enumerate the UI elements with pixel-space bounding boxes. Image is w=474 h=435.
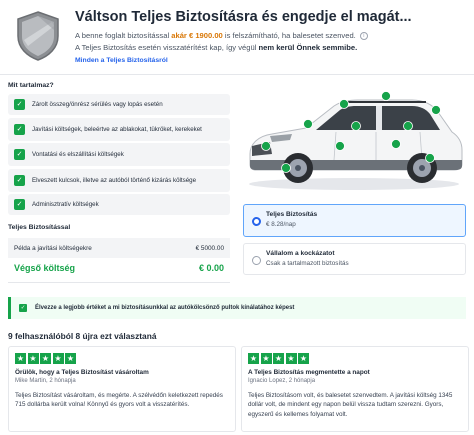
check-icon: ✓ <box>14 149 25 160</box>
star-rating: ★ ★ ★ ★ ★ <box>248 353 462 364</box>
review-author: Ignacio Lopez, 2 hónapja <box>248 378 316 384</box>
banner-text: Élvezze a legjobb értéket a mi biztosítá… <box>35 305 295 311</box>
review-card: ★ ★ ★ ★ ★ A Teljes Biztosítás megmentett… <box>241 346 469 432</box>
header-refund-note: A Teljes Biztosítás esetén visszatérítés… <box>75 43 358 52</box>
option-title: Vállalom a kockázatot <box>266 250 335 257</box>
option-full-coverage[interactable]: Teljes Biztosítás € 8.28/nap <box>243 204 466 237</box>
review-body: Teljes Biztosításom volt, és balesetet s… <box>248 392 453 418</box>
star-icon: ★ <box>27 353 39 364</box>
coverage-item: ✓ Zárolt összeg/önrész sérülés vagy lopá… <box>8 94 230 115</box>
header: Váltson Teljes Biztosításra és engedje e… <box>0 0 474 74</box>
reviews-heading: 9 felhasználóból 8 újra ezt választaná <box>8 331 157 341</box>
review-title: Örülök, hogy a Teljes Biztosítást vásáro… <box>15 369 149 376</box>
insurance-label: Teljes Biztosítással <box>8 224 71 231</box>
coverage-item-label: Elveszett kulcsok, illetve az autóból tö… <box>32 176 197 184</box>
star-icon: ★ <box>298 353 309 364</box>
radio-unselected[interactable] <box>252 256 261 265</box>
repair-cost-value: € 5000.00 <box>195 244 224 252</box>
star-icon: ★ <box>285 353 297 364</box>
info-icon[interactable]: i <box>359 32 368 40</box>
star-icon: ★ <box>52 353 64 364</box>
repair-cost-row: Példa a javítási költségekre € 5000.00 <box>8 238 230 258</box>
star-icon: ★ <box>15 353 26 364</box>
full-coverage-info-link[interactable]: Minden a Teljes Biztosításról <box>75 57 168 64</box>
coverage-item: ✓ Adminisztratív költségek <box>8 194 230 215</box>
coverage-item: ✓ Vontatási és elszállítási költségek <box>8 143 230 166</box>
review-title: A Teljes Biztosítás megmentette a napot <box>248 369 370 376</box>
coverage-item-label: Javítási költségek, beleértve az ablakok… <box>32 125 202 133</box>
shield-icon <box>17 11 59 61</box>
repair-cost-label: Példa a javítási költségekre <box>14 244 92 252</box>
star-icon: ★ <box>260 353 272 364</box>
coverage-item-label: Adminisztratív költségek <box>32 201 99 208</box>
check-icon: ✓ <box>14 99 25 110</box>
page-title: Váltson Teljes Biztosításra és engedje e… <box>75 9 412 25</box>
value-banner: ✓ Élvezze a legjobb értéket a mi biztosí… <box>8 297 466 319</box>
check-icon: ✓ <box>14 123 25 135</box>
coverage-list: ✓ Zárolt összeg/önrész sérülés vagy lopá… <box>8 94 230 218</box>
price-highlight: akár € 1900.00 <box>171 31 223 40</box>
review-body: Teljes Biztosítást vásároltam, és megért… <box>15 392 223 409</box>
radio-selected[interactable] <box>252 217 261 226</box>
coverage-label: Mit tartalmaz? <box>8 82 54 89</box>
option-take-risk[interactable]: Vállalom a kockázatot Csak a tartalmazot… <box>243 243 466 275</box>
final-cost-row: Végső költség € 0.00 <box>8 263 230 273</box>
divider <box>0 74 474 75</box>
final-cost-label: Végső költség <box>14 263 76 273</box>
review-author: Mike Martin, 2 hónapja <box>15 378 76 384</box>
star-icon: ★ <box>65 353 76 364</box>
star-icon: ★ <box>248 353 259 364</box>
coverage-item-label: Vontatási és elszállítási költségek <box>32 151 124 158</box>
header-description: A benne foglalt biztosítással akár € 190… <box>75 31 368 40</box>
star-rating: ★ ★ ★ ★ ★ <box>15 353 229 364</box>
check-icon: ✓ <box>14 174 25 186</box>
divider <box>8 282 230 283</box>
coverage-item-label: Zárolt összeg/önrész sérülés vagy lopás … <box>32 101 163 108</box>
final-cost-value: € 0.00 <box>198 263 224 273</box>
car-image <box>249 91 463 190</box>
star-icon: ★ <box>40 353 51 364</box>
option-title: Teljes Biztosítás <box>266 211 318 218</box>
option-description: Csak a tartalmazott biztosítás <box>266 260 349 267</box>
coverage-item: ✓ Elveszett kulcsok, illetve az autóból … <box>8 168 230 192</box>
coverage-item: ✓ Javítási költségek, beleértve az ablak… <box>8 117 230 141</box>
star-icon: ★ <box>273 353 284 364</box>
option-price: € 8.28/nap <box>266 221 296 228</box>
check-icon: ✓ <box>14 199 25 210</box>
check-icon: ✓ <box>19 304 27 312</box>
review-card: ★ ★ ★ ★ ★ Örülök, hogy a Teljes Biztosít… <box>8 346 236 432</box>
